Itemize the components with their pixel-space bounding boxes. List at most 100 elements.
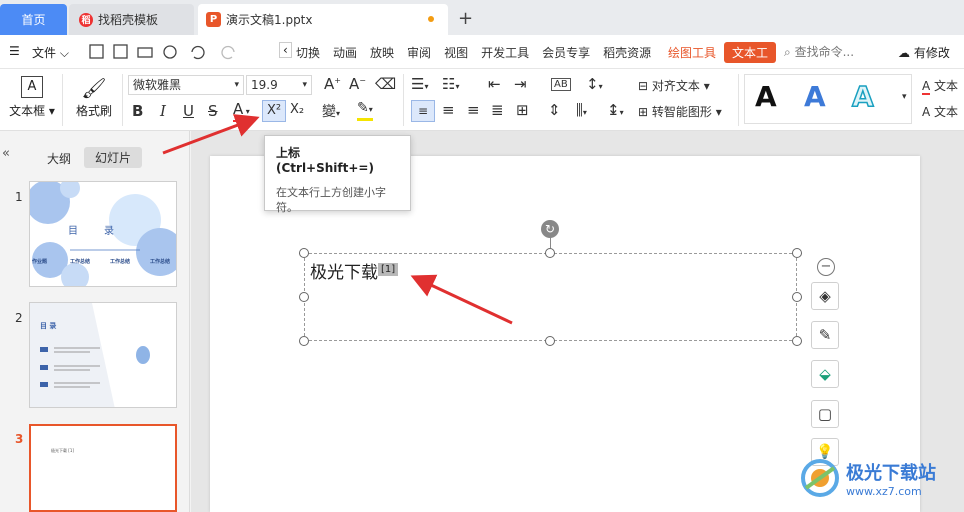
text-fill-icon: A (922, 79, 931, 95)
underline-button[interactable]: U (183, 102, 194, 120)
increase-indent-icon[interactable]: ⇥ (514, 75, 527, 93)
paragraph-spacing-icon[interactable]: ⇕ (548, 101, 561, 119)
text-outline-label: 文本 (934, 105, 959, 119)
menu-item-member[interactable]: 会员专享 (542, 44, 590, 61)
bullet-rect (40, 347, 48, 352)
columns-icon[interactable]: ⫼▾ (576, 101, 587, 119)
watermark-logo-icon (801, 459, 839, 497)
menu-file-label: 文件 (32, 46, 57, 60)
menu-item-transition[interactable]: 切换 (296, 44, 320, 61)
resize-handle[interactable] (299, 292, 309, 302)
divider (738, 74, 739, 126)
slide1-label: 工作总结 (70, 259, 91, 265)
divider (122, 74, 123, 126)
resize-handle[interactable] (792, 336, 802, 346)
align-right-icon[interactable]: ≡ (467, 101, 480, 119)
menu-item-docer[interactable]: 稻壳资源 (603, 44, 651, 61)
changes-button[interactable]: ☁ 有修改 (898, 44, 950, 61)
new-tab-button[interactable]: + (458, 8, 473, 29)
collapse-pane-icon[interactable]: « (2, 146, 10, 161)
font-shrink-icon[interactable]: A− (349, 75, 366, 93)
font-grow-icon[interactable]: A+ (324, 75, 341, 93)
layers-button[interactable]: ◈ (811, 282, 839, 310)
italic-button[interactable]: I (160, 102, 166, 120)
slide-textbox-content[interactable]: 极光下载 [1] (310, 258, 399, 283)
menu-text-tools[interactable]: 文本工 (724, 42, 777, 63)
resize-handle[interactable] (299, 336, 309, 346)
line-spacing-icon[interactable]: ↕▾ (586, 75, 603, 93)
tab-slides[interactable]: 幻灯片 (84, 147, 143, 168)
rotate-icon[interactable]: ↻ (541, 220, 559, 238)
textbox-button[interactable]: A 文本框 ▾ (8, 76, 56, 119)
text-fill-button[interactable]: A 文本 (922, 77, 959, 95)
tab-home[interactable]: 首页 (0, 4, 67, 35)
bold-button[interactable]: B (132, 102, 143, 120)
collapse-icon[interactable]: − (817, 258, 835, 276)
tab-outline[interactable]: 大纲 (47, 150, 71, 167)
outline-icon: ▢ (817, 405, 833, 423)
subscript-button[interactable]: X₂ (290, 102, 304, 117)
menu-item-slideshow[interactable]: 放映 (370, 44, 394, 61)
superscript-tooltip: 上标 (Ctrl+Shift+=) 在文本行上方创建小字符。 (264, 135, 411, 214)
bullet-rect (40, 382, 48, 387)
menu-item-review[interactable]: 审阅 (407, 44, 431, 61)
pen-button[interactable]: ✎ (811, 321, 839, 349)
fill-button[interactable]: ⬙ (811, 360, 839, 388)
resize-handle[interactable] (545, 336, 555, 346)
scroll-left-button[interactable]: ‹ (279, 42, 292, 58)
bullet-list-icon[interactable]: ☰▾ (411, 75, 428, 93)
font-family-select[interactable]: 微软雅黑 ▾ (128, 75, 244, 95)
watermark-brand: 极光下载站 (846, 462, 936, 484)
save-icon (89, 44, 104, 59)
menu-hamburger-icon[interactable]: ☰ (9, 44, 20, 58)
gallery-more-icon[interactable]: ▾ (902, 92, 907, 102)
wordart-style-outline[interactable]: A (851, 79, 874, 114)
decrease-indent-icon[interactable]: ⇤ (488, 75, 501, 93)
strikethrough-button[interactable]: S (208, 102, 218, 120)
unsaved-dot-icon (428, 16, 434, 22)
phonetic-icon[interactable]: 變▾ (322, 101, 340, 121)
font-color-button[interactable]: A ▾ (233, 101, 250, 122)
align-center-icon[interactable]: ≡ (442, 101, 455, 119)
slide-thumbnail-2[interactable]: 目 录 (29, 302, 177, 408)
docer-logo-icon: 稻 (79, 12, 93, 27)
clear-format-icon[interactable]: ⌫ (375, 75, 396, 93)
slide-thumbnail-3[interactable]: 极光下载 [1] (29, 424, 177, 512)
justify-icon[interactable]: ≣ (491, 101, 504, 119)
align-text-button[interactable]: ⊟ 对齐文本 ▾ (638, 77, 710, 94)
font-size-select[interactable]: 19.9 ▾ (246, 75, 312, 95)
distribute-icon[interactable]: ⊞ (516, 101, 529, 119)
command-search[interactable]: ⌕ 查找命令... (784, 43, 854, 60)
format-painter-button[interactable]: 🖌 格式刷 (72, 76, 116, 119)
align-left-button[interactable]: ≡ (411, 100, 435, 122)
tooltip-description: 在文本行上方创建小字符。 (276, 186, 386, 214)
tab-docer-label: 找稻壳模板 (98, 13, 159, 27)
textbox-label: 文本框 (9, 104, 46, 118)
resize-handle[interactable] (545, 248, 555, 258)
wordart-style-black[interactable]: A (755, 80, 777, 113)
menu-draw-tools[interactable]: 绘图工具 (668, 44, 716, 61)
menu-file[interactable]: 文件 ⌵ (32, 44, 69, 61)
text-direction-icon[interactable]: AB (551, 78, 571, 91)
resize-handle[interactable] (299, 248, 309, 258)
text-fill-label: 文本 (934, 79, 959, 93)
chevron-down-icon: ▾ (234, 80, 239, 90)
outline-button[interactable]: ▢ (811, 400, 839, 428)
pen-icon: ✎ (818, 326, 832, 344)
watermark-url: www.xz7.com (846, 484, 922, 498)
smartart-button[interactable]: ⊞ 转智能图形 ▾ (638, 103, 722, 120)
resize-handle[interactable] (792, 248, 802, 258)
resize-handle[interactable] (792, 292, 802, 302)
tab-document[interactable]: P 演示文稿1.pptx (198, 4, 448, 35)
line-height-icon[interactable]: ↨▾ (607, 101, 624, 119)
tab-docer-templates[interactable]: 稻 找稻壳模板 (69, 4, 194, 35)
wordart-style-blue[interactable]: A (804, 80, 826, 113)
menu-item-developer[interactable]: 开发工具 (481, 44, 529, 61)
menu-item-animation[interactable]: 动画 (333, 44, 357, 61)
slide-thumbnail-1[interactable]: 目 录 作业题 工作总结 工作总结 工作总结 (29, 181, 177, 287)
superscript-button[interactable]: X² (262, 100, 286, 122)
highlight-icon[interactable]: ✎▾ (357, 100, 373, 121)
text-outline-button[interactable]: A 文本 (922, 103, 958, 120)
numbered-list-icon[interactable]: ☷▾ (442, 75, 459, 93)
menu-item-view[interactable]: 视图 (444, 44, 468, 61)
